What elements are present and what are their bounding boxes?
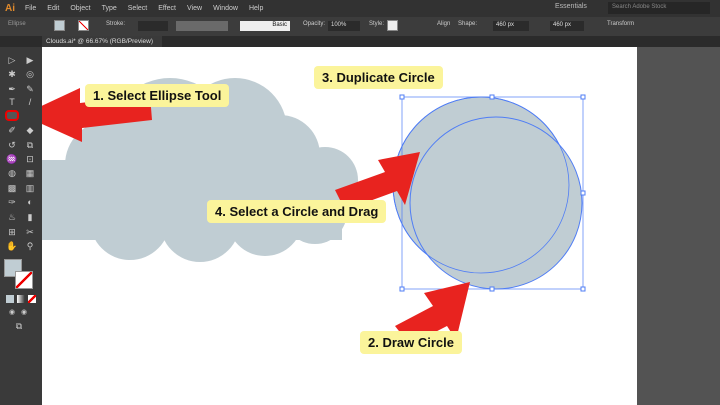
style-swatch[interactable]: [387, 20, 398, 31]
width-field[interactable]: 460 px: [493, 21, 529, 31]
warp-tool-icon[interactable]: ♒: [6, 154, 18, 164]
scale-tool-icon[interactable]: ⧉: [24, 140, 36, 150]
type-tool-icon[interactable]: T: [6, 97, 18, 107]
transform-button[interactable]: Transform: [607, 21, 634, 27]
hand-tool-icon[interactable]: ✋: [6, 241, 18, 251]
menu-type[interactable]: Type: [102, 5, 117, 12]
symbol-sprayer-icon[interactable]: ♨: [6, 212, 18, 222]
shape-label: Shape:: [458, 21, 478, 27]
menu-select[interactable]: Select: [128, 5, 147, 12]
opacity-label: Opacity:: [303, 21, 326, 27]
screen-mode-icon[interactable]: ⧉: [13, 321, 25, 331]
blend-tool-icon[interactable]: ◐: [24, 197, 36, 207]
variable-width-field[interactable]: [176, 21, 228, 31]
toolbar: ▷ ▶ ✱ ◎ ✒ ✎ T / ✐ ◆ ↺ ⧉ ♒ ⊡ ◍ ▦ ▩ ▥ ✑ ◐ …: [0, 47, 42, 405]
gradient-mode-icon[interactable]: [17, 295, 25, 303]
eraser-tool-icon[interactable]: ◆: [24, 125, 36, 135]
shape-builder-icon[interactable]: ◍: [6, 168, 18, 178]
height-field[interactable]: 460 px: [550, 21, 584, 31]
pen-tool-icon[interactable]: ✒: [6, 84, 18, 94]
magic-wand-icon[interactable]: ✱: [6, 69, 18, 79]
align-button[interactable]: Align: [437, 21, 450, 27]
opacity-field[interactable]: 100%: [328, 21, 360, 31]
brush-select[interactable]: Basic: [240, 21, 290, 31]
stock-search-input[interactable]: Search Adobe Stock: [608, 2, 710, 14]
shaper-tool-icon[interactable]: ✐: [6, 125, 18, 135]
menu-window[interactable]: Window: [213, 5, 238, 12]
menu-view[interactable]: View: [187, 5, 202, 12]
line-tool-icon[interactable]: /: [24, 97, 36, 107]
circles: [392, 96, 583, 290]
color-mode-icon[interactable]: [6, 295, 14, 303]
app-logo: Ai: [5, 3, 15, 14]
annotation-step3: 3. Duplicate Circle: [314, 66, 443, 89]
style-label: Style:: [369, 21, 385, 27]
workspace-switcher[interactable]: Essentials: [555, 3, 587, 10]
fill-swatch[interactable]: [54, 20, 65, 31]
stroke-label: Stroke:: [106, 21, 126, 27]
menu-object[interactable]: Object: [70, 5, 90, 12]
ellipse-tool-icon[interactable]: [5, 110, 19, 121]
rotate-tool-icon[interactable]: ↺: [6, 140, 18, 150]
zoom-tool-icon[interactable]: ⚲: [24, 241, 36, 251]
stroke-swatch[interactable]: [78, 20, 89, 31]
annotation-step2: 2. Draw Circle: [360, 331, 462, 354]
draw-mode-icon[interactable]: ◉: [6, 308, 18, 318]
menu-effect[interactable]: Effect: [158, 5, 176, 12]
direct-selection-tool-icon[interactable]: ▶: [24, 55, 36, 65]
free-transform-icon[interactable]: ⊡: [24, 154, 36, 164]
menu-help[interactable]: Help: [249, 5, 263, 12]
menu-edit[interactable]: Edit: [47, 5, 59, 12]
lasso-icon[interactable]: ◎: [24, 69, 36, 79]
annotation-step4: 4. Select a Circle and Drag: [207, 200, 387, 223]
artboard-tool-icon[interactable]: ⊞: [6, 227, 18, 237]
stroke-color-box[interactable]: [15, 271, 33, 289]
document-tab[interactable]: Clouds.ai* @ 66.67% (RGB/Preview): [42, 36, 162, 47]
control-bar: Ellipse Stroke: Basic Opacity: 100% Styl…: [0, 17, 720, 36]
menu-file[interactable]: File: [25, 5, 36, 12]
mesh-tool-icon[interactable]: ▩: [6, 183, 18, 193]
gradient-tool-icon[interactable]: ▥: [24, 183, 36, 193]
curvature-tool-icon[interactable]: ✎: [24, 84, 36, 94]
slice-tool-icon[interactable]: ✂: [24, 227, 36, 237]
eyedropper-icon[interactable]: ✑: [6, 197, 18, 207]
none-mode-icon[interactable]: [28, 295, 36, 303]
tool-name: Ellipse: [8, 21, 26, 27]
circle-duplicate: [409, 116, 583, 290]
draw-behind-icon[interactable]: ◉: [18, 308, 30, 318]
artboard[interactable]: 1. Select Ellipse Tool 2. Draw Circle 3.…: [42, 47, 637, 405]
stroke-weight-field[interactable]: [138, 21, 168, 31]
graph-tool-icon[interactable]: ▮: [24, 212, 36, 222]
menu-bar: Ai File Edit Object Type Select Effect V…: [0, 0, 720, 17]
annotation-step1: 1. Select Ellipse Tool: [85, 84, 230, 107]
selection-tool-icon[interactable]: ▷: [6, 55, 18, 65]
perspective-grid-icon[interactable]: ▦: [24, 168, 36, 178]
